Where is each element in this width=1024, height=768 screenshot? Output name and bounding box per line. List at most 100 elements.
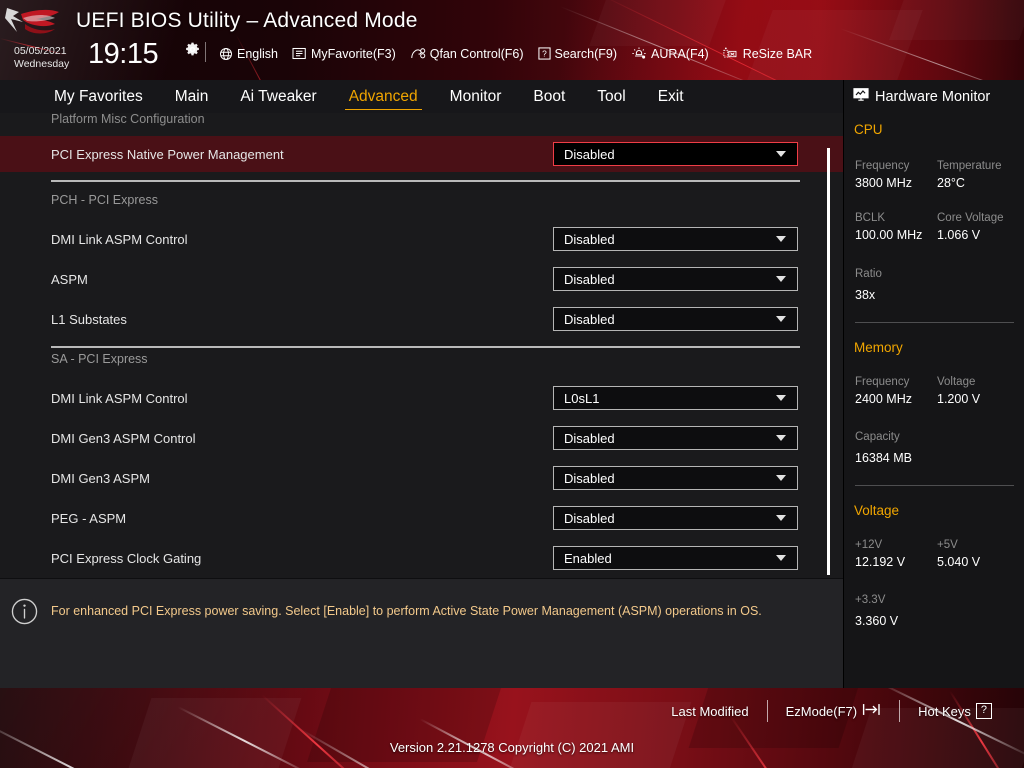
- dropdown-value: Disabled: [564, 231, 615, 247]
- section-divider: [51, 180, 800, 182]
- hw-value: 5.040 V: [937, 555, 981, 569]
- table-row[interactable]: PEG - ASPM Disabled: [0, 504, 843, 536]
- header-divider: [205, 42, 206, 62]
- hw-key: Frequency: [855, 376, 910, 388]
- group-heading-sa: SA - PCI Express: [51, 352, 148, 366]
- tab-monitor[interactable]: Monitor: [434, 80, 518, 113]
- tab-boot[interactable]: Boot: [517, 80, 581, 113]
- hw-divider: [855, 322, 1014, 323]
- hw-value: 1.066 V: [937, 228, 981, 242]
- chevron-down-icon: [776, 555, 786, 561]
- chevron-down-icon: [776, 475, 786, 481]
- dropdown-value: Disabled: [564, 311, 615, 327]
- toolbar-label: MyFavorite(F3): [311, 46, 396, 61]
- question-key-icon: ?: [975, 703, 992, 719]
- fan-icon: [410, 46, 426, 61]
- hotkeys-button[interactable]: Hot Keys ?: [900, 703, 1010, 719]
- hw-key: BCLK: [855, 212, 886, 224]
- hw-value: 16384 MB: [855, 451, 912, 465]
- section-divider: [51, 346, 800, 348]
- setting-dropdown[interactable]: Disabled: [553, 426, 798, 450]
- table-row[interactable]: PCI Express Native Power Management Disa…: [0, 136, 843, 172]
- gear-icon[interactable]: [185, 42, 200, 57]
- setting-dropdown[interactable]: Disabled: [553, 227, 798, 251]
- toolbar-item-resize-bar[interactable]: ReSize BAR: [716, 46, 819, 61]
- hardware-monitor-title: Hardware Monitor: [853, 87, 990, 106]
- table-row[interactable]: DMI Gen3 ASPM Control Disabled: [0, 424, 843, 456]
- settings-list: Platform Misc Configuration PCI Express …: [0, 113, 843, 578]
- setting-label: DMI Link ASPM Control: [51, 391, 188, 406]
- table-row[interactable]: DMI Link ASPM Control Disabled: [0, 225, 843, 257]
- setting-dropdown[interactable]: Disabled: [553, 267, 798, 291]
- page-title: UEFI BIOS Utility – Advanced Mode: [76, 9, 418, 32]
- hw-value: 12.192 V: [855, 555, 906, 569]
- dropdown-value: Enabled: [564, 550, 612, 566]
- setting-label: DMI Gen3 ASPM: [51, 471, 150, 486]
- setting-label: PCI Express Clock Gating: [51, 551, 202, 566]
- setting-dropdown[interactable]: Enabled: [553, 546, 798, 570]
- toolbar-item-language[interactable]: English: [212, 47, 285, 61]
- toolbar-label: Search(F9): [554, 46, 618, 61]
- hw-key: +12V: [855, 539, 883, 551]
- toolbar-item-qfan-control[interactable]: Qfan Control(F6): [403, 46, 531, 61]
- table-row[interactable]: L1 Substates Disabled: [0, 305, 843, 337]
- hardware-monitor-title-label: Hardware Monitor: [875, 88, 991, 105]
- ezmode-label: EzMode(F7): [785, 703, 858, 719]
- setting-dropdown[interactable]: Disabled: [553, 307, 798, 331]
- toolbar-label: AURA(F4): [651, 46, 709, 61]
- setting-dropdown[interactable]: L0sL1: [553, 386, 798, 410]
- ezmode-button[interactable]: EzMode(F7): [768, 702, 900, 720]
- tab-my-favorites[interactable]: My Favorites: [38, 80, 159, 113]
- rog-logo-icon: [3, 2, 67, 42]
- tab-advanced[interactable]: Advanced: [333, 80, 434, 113]
- date-display: 05/05/2021 Wednesday: [14, 45, 69, 70]
- setting-label: L1 Substates: [51, 312, 127, 327]
- toolbar-item-aura[interactable]: AURA(F4): [624, 46, 716, 61]
- hw-divider: [855, 485, 1014, 486]
- hw-key: Capacity: [855, 431, 900, 443]
- setting-label: DMI Link ASPM Control: [51, 232, 188, 247]
- hw-key: +3.3V: [855, 594, 886, 606]
- tab-ai-tweaker[interactable]: Ai Tweaker: [224, 80, 332, 113]
- setting-label: ASPM: [51, 272, 88, 287]
- table-row[interactable]: ASPM Disabled: [0, 265, 843, 297]
- date-value: 05/05/2021: [14, 45, 67, 57]
- setting-dropdown[interactable]: Disabled: [553, 142, 798, 166]
- hw-key: Ratio: [855, 268, 882, 280]
- table-row[interactable]: DMI Link ASPM Control L0sL1: [0, 384, 843, 416]
- hw-value: 1.200 V: [937, 392, 981, 406]
- arrow-into-icon: [862, 702, 881, 720]
- setting-dropdown[interactable]: Disabled: [553, 466, 798, 490]
- table-row[interactable]: PCI Express Clock Gating Enabled: [0, 544, 843, 576]
- app-header: UEFI BIOS Utility – Advanced Mode 05/05/…: [0, 0, 1024, 80]
- chevron-down-icon: [776, 395, 786, 401]
- hw-value: 3800 MHz: [855, 176, 912, 190]
- partial-top-heading: Platform Misc Configuration: [51, 113, 205, 126]
- tab-main[interactable]: Main: [159, 80, 225, 113]
- dropdown-value: Disabled: [564, 470, 615, 486]
- hw-value: 38x: [855, 288, 876, 302]
- app-footer: Last Modified EzMode(F7) Hot Keys ?: [0, 688, 1024, 768]
- toolbar-item-search[interactable]: ? Search(F9): [531, 47, 625, 61]
- tab-tool[interactable]: Tool: [581, 80, 641, 113]
- tab-exit[interactable]: Exit: [642, 80, 700, 113]
- content-scrollbar[interactable]: [827, 148, 830, 575]
- weekday-value: Wednesday: [14, 57, 70, 70]
- help-text: For enhanced PCI Express power saving. S…: [51, 604, 762, 618]
- last-modified-button[interactable]: Last Modified: [653, 704, 766, 719]
- svg-text:?: ?: [542, 49, 547, 59]
- toolbar-label: ReSize BAR: [742, 46, 813, 61]
- hw-section-memory: Memory: [854, 340, 903, 355]
- footer-actions: Last Modified EzMode(F7) Hot Keys ?: [653, 700, 1010, 722]
- globe-icon: [219, 47, 233, 61]
- dropdown-value: Disabled: [564, 510, 615, 526]
- hw-value: 28°C: [937, 176, 965, 190]
- toolbar-item-myfavorite[interactable]: MyFavorite(F3): [285, 47, 403, 61]
- hw-value: 2400 MHz: [855, 392, 912, 406]
- hw-section-cpu: CPU: [854, 122, 883, 137]
- chevron-down-icon: [776, 276, 786, 282]
- setting-dropdown[interactable]: Disabled: [553, 506, 798, 530]
- table-row[interactable]: DMI Gen3 ASPM Disabled: [0, 464, 843, 496]
- setting-label: PCI Express Native Power Management: [51, 147, 284, 162]
- header-toolbar: English MyFavorite(F3) Qfan Control(F6) …: [212, 46, 819, 61]
